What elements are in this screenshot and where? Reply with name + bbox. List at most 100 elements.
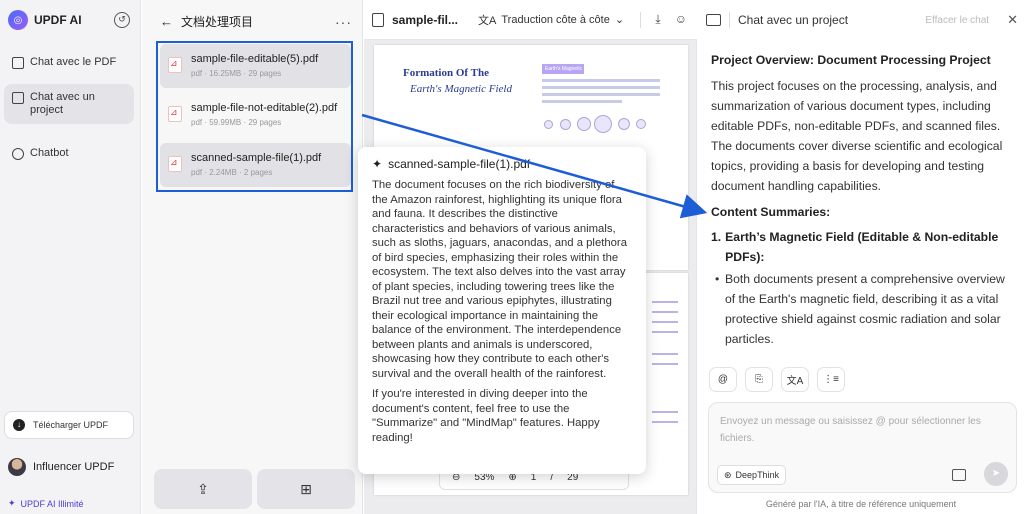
avatar: [8, 458, 26, 476]
nav-item-chatbot[interactable]: Chatbot: [4, 140, 134, 167]
popover-title: scanned-sample-file(1).pdf: [388, 157, 531, 171]
download-icon[interactable]: ⤓: [655, 12, 660, 27]
chatbot-icon: [12, 148, 24, 160]
history-icon[interactable]: ↺: [114, 12, 130, 28]
close-icon[interactable]: ✕: [1007, 12, 1018, 28]
back-arrow-icon[interactable]: ←: [160, 14, 173, 29]
brand-name: UPDF AI: [34, 13, 82, 27]
ai-disclaimer: Généré par l'IA, à titre de référence un…: [765, 499, 957, 509]
page-text-line: [652, 311, 678, 313]
project-title: 文档处理项目: [181, 15, 254, 29]
bullet-list: Both documents present a comprehensive o…: [711, 269, 1013, 349]
file-item[interactable]: sample-file-editable(5).pdf pdf · 16.25M…: [160, 44, 351, 88]
pdf-icon: [168, 106, 182, 122]
sparkle-icon: ✦: [8, 498, 16, 508]
page-tag: Earth's Magnetic: [542, 64, 584, 74]
page-text-line: [652, 301, 678, 303]
summary-paragraph: If you're interested in diving deeper in…: [372, 388, 600, 444]
project-header: ← 文档处理项目 ···: [160, 13, 352, 30]
page-text-line: [652, 363, 678, 365]
add-folder-icon: ⊞: [300, 480, 312, 497]
download-button[interactable]: ↓ Télécharger UPDF: [4, 411, 134, 439]
image-upload-icon[interactable]: [952, 469, 966, 481]
page-text-line: [652, 421, 678, 423]
file-item[interactable]: sample-file-not-editable(2).pdf pdf · 59…: [160, 93, 351, 137]
page-subheading: Earth's Magnetic Field: [410, 83, 512, 95]
file-meta: pdf · 2.24MB · 2 pages: [191, 168, 273, 177]
sparkle-icon: ✦: [372, 157, 383, 171]
translate-label: Traduction côte à côte: [501, 13, 610, 26]
user-profile[interactable]: Influencer UPDF: [8, 458, 114, 476]
user-name: Influencer UPDF: [33, 461, 115, 473]
nav-item-label: Chat avec un project: [30, 91, 95, 116]
deepthink-icon: ⊛: [724, 469, 732, 480]
chat-header: Chat avec un project Effacer le chat ✕: [706, 12, 1018, 28]
planet-illustration: [618, 118, 630, 130]
page-text-line: [652, 331, 678, 333]
chat-input-placeholder: Envoyez un message ou saisissez @ pour s…: [720, 416, 981, 444]
nav-item-label: Chat avec le PDF: [30, 56, 117, 68]
clear-chat-button[interactable]: Effacer le chat: [925, 15, 989, 26]
file-name: sample-file-editable(5).pdf: [191, 53, 319, 65]
download-icon: ↓: [13, 419, 25, 431]
page-text-line: [542, 100, 622, 103]
planet-illustration: [636, 119, 646, 129]
viewer-toolbar: sample-fil... 文A Traduction côte à côte …: [364, 0, 697, 40]
list-item-title: Earth’s Magnetic Field (Editable & Non-e…: [725, 230, 999, 264]
planet-illustration: [594, 115, 612, 133]
page-text-line: [652, 353, 678, 355]
upload-button[interactable]: ⇪: [154, 469, 252, 509]
add-folder-button[interactable]: ⊞: [257, 469, 355, 509]
page-text-line: [542, 86, 660, 89]
deepthink-toggle[interactable]: ⊛ DeepThink: [717, 465, 787, 485]
chat-title: Chat avec un project: [738, 13, 849, 27]
sidebar: ◎ UPDF AI ↺ Chat avec le PDF Chat avec u…: [0, 0, 141, 514]
page-text-line: [652, 321, 678, 323]
page-text-line: [542, 79, 660, 82]
more-icon[interactable]: ···: [335, 14, 352, 30]
chat-message: Project Overview: Document Processing Pr…: [711, 50, 1013, 349]
popover-header: ✦ scanned-sample-file(1).pdf: [372, 157, 632, 171]
message-list-item: 1. Earth’s Magnetic Field (Editable & No…: [711, 227, 1013, 267]
planet-illustration: [560, 119, 571, 130]
message-section-title: Content Summaries:: [711, 205, 831, 219]
file-item[interactable]: scanned-sample-file(1).pdf pdf · 2.24MB …: [160, 143, 351, 187]
page-heading: Formation Of The: [403, 67, 489, 79]
chat-input[interactable]: Envoyez un message ou saisissez @ pour s…: [708, 402, 1017, 493]
pdf-icon: [168, 156, 182, 172]
bullet-item: Both documents present a comprehensive o…: [725, 269, 1013, 349]
download-label: Télécharger UPDF: [33, 420, 109, 430]
viewer-file-title: sample-fil...: [392, 12, 459, 27]
file-meta: pdf · 59.99MB · 29 pages: [191, 118, 282, 127]
book-icon[interactable]: [706, 14, 721, 26]
mention-icon[interactable]: @: [709, 367, 737, 392]
file-summary-popover: ✦ scanned-sample-file(1).pdf The documen…: [358, 147, 646, 474]
summary-paragraph: The document focuses on the rich biodive…: [372, 179, 627, 380]
folder-icon: [12, 92, 24, 104]
file-meta: pdf · 16.25MB · 29 pages: [191, 69, 282, 78]
popover-body: The document focuses on the rich biodive…: [372, 178, 632, 445]
nav-item-label: Chatbot: [30, 147, 69, 159]
translate-dropdown[interactable]: 文A Traduction côte à côte ⌄: [478, 12, 624, 28]
message-intro: This project focuses on the processing, …: [711, 79, 1003, 193]
upload-icon: ⇪: [197, 480, 209, 497]
ai-chat-icon[interactable]: ☺: [675, 12, 687, 27]
updf-logo-icon: ◎: [8, 10, 28, 30]
file-name: sample-file-not-editable(2).pdf: [191, 102, 338, 114]
brand: ◎ UPDF AI: [8, 10, 82, 30]
message-heading: Project Overview: Document Processing Pr…: [711, 53, 991, 67]
send-button[interactable]: ➤: [984, 462, 1008, 486]
nav-item-chat-pdf[interactable]: Chat avec le PDF: [4, 49, 134, 76]
page-text-line: [542, 93, 660, 96]
translate-icon[interactable]: 文A: [781, 367, 809, 392]
planet-illustration: [544, 120, 553, 129]
mindmap-icon[interactable]: ⋮≡: [817, 367, 845, 392]
viewer-actions: ⤓ ☺: [655, 12, 697, 27]
prompt-icon[interactable]: ⎘: [745, 367, 773, 392]
book-icon: [12, 57, 24, 69]
planet-illustration: [577, 117, 591, 131]
page-text-line: [652, 411, 678, 413]
nav-item-chat-project[interactable]: Chat avec un project: [4, 84, 134, 124]
plan-badge[interactable]: ✦ UPDF AI Illimité: [8, 498, 84, 509]
file-name: scanned-sample-file(1).pdf: [191, 152, 322, 164]
